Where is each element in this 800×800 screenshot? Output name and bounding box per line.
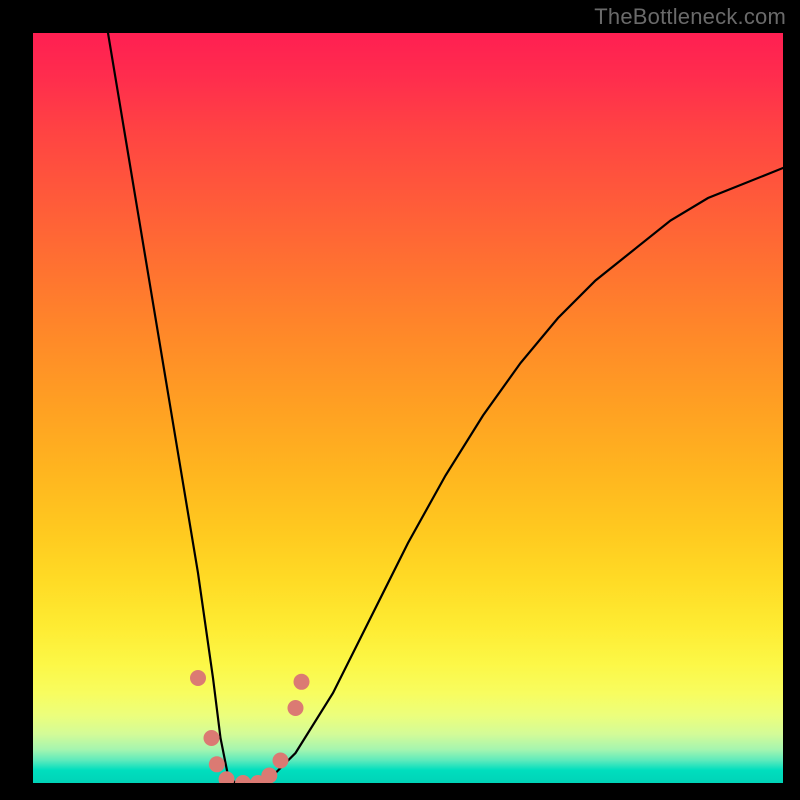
left-mid-dot [204,730,220,746]
chart-frame: TheBottleneck.com [0,0,800,800]
right-upper-2 [294,674,310,690]
watermark-text: TheBottleneck.com [594,4,786,30]
right-low-dot [261,768,277,784]
curve-markers [190,670,310,783]
curve-svg [33,33,783,783]
plot-area [33,33,783,783]
valley-dot-1 [235,775,251,783]
bottleneck-curve [108,33,783,783]
right-upper-1 [288,700,304,716]
left-bottom-dot [219,771,235,783]
left-upper-dot [190,670,206,686]
right-mid-dot [273,753,289,769]
left-low-dot [209,756,225,772]
